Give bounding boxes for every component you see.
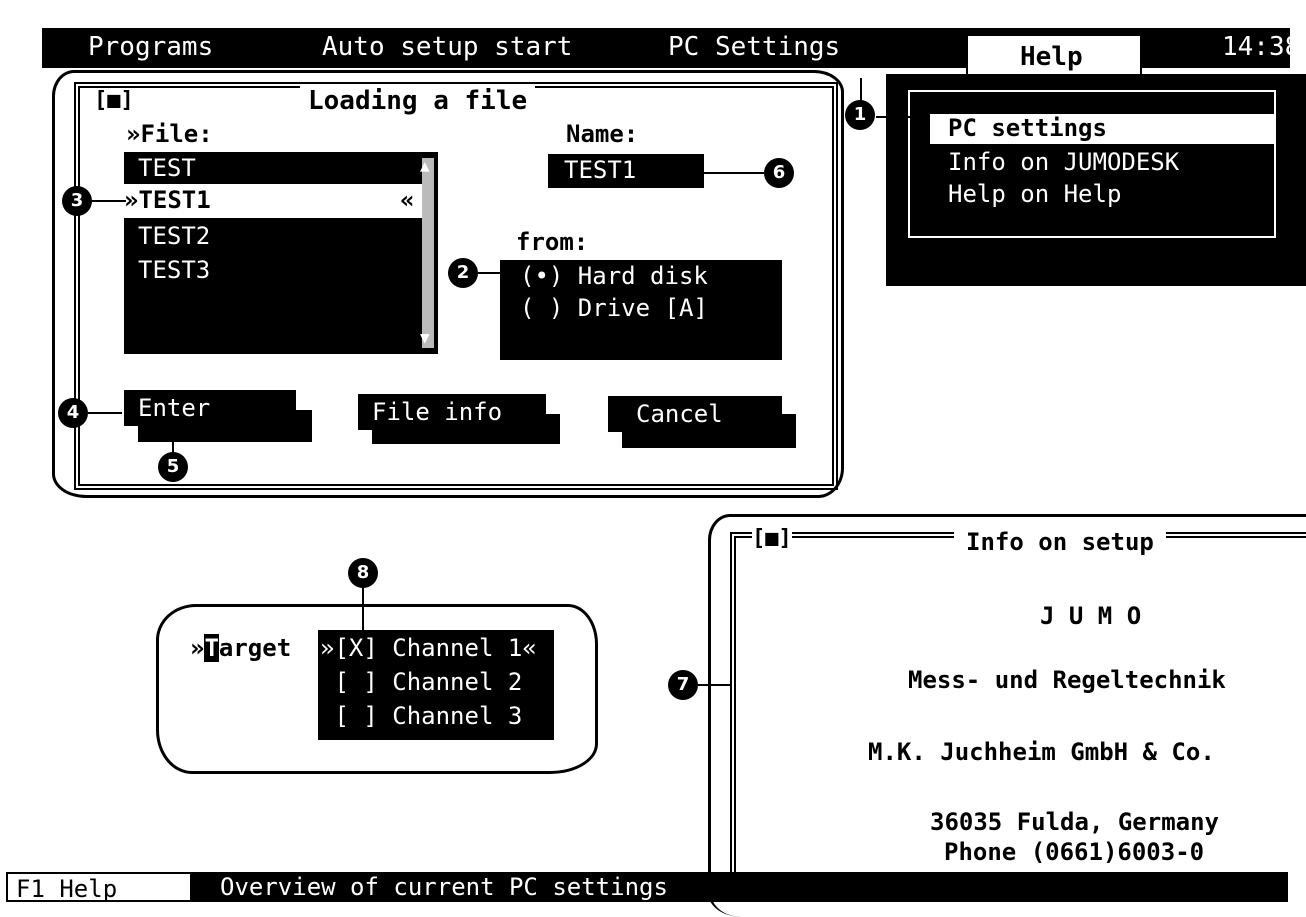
info-phone: Phone (0661)6003-0 xyxy=(944,838,1205,866)
file-label: »File: xyxy=(126,120,213,148)
info-address: 36035 Fulda, Germany xyxy=(930,808,1219,836)
file-scrollbar[interactable] xyxy=(422,158,434,348)
f1-help-label: F1 Help xyxy=(16,875,118,903)
target-label-cursor: T xyxy=(204,634,219,662)
dialog-title: Loading a file xyxy=(300,86,536,116)
help-item-pc-settings[interactable]: PC settings xyxy=(948,114,1107,142)
checkbox-channel-3[interactable]: [ ] Channel 3 xyxy=(320,702,522,730)
scroll-up-icon[interactable]: ▲ xyxy=(420,156,430,175)
help-dropdown-frame: PC settings Info on JUMODESK Help on Hel… xyxy=(908,90,1276,238)
checkbox-channel-1[interactable]: »[X] Channel 1« xyxy=(320,634,537,662)
menu-programs[interactable]: Programs xyxy=(88,32,213,62)
menu-help[interactable]: Help xyxy=(966,36,1142,76)
help-item-help-on-help[interactable]: Help on Help xyxy=(948,180,1121,208)
target-label-prefix: » xyxy=(190,634,205,662)
checkbox-channel-2[interactable]: [ ] Channel 2 xyxy=(320,668,522,696)
selected-marker: « xyxy=(400,186,415,214)
menu-help-label: Help xyxy=(1020,42,1083,72)
enter-button[interactable]: Enter xyxy=(124,390,296,426)
file-item-selected[interactable]: »TEST1 xyxy=(124,186,211,214)
callout-4-line xyxy=(88,412,122,414)
callout-1-line xyxy=(860,78,862,102)
info-brand: J U M O xyxy=(1040,602,1142,630)
file-list[interactable]: TEST »TEST1 « TEST2 TEST3 ▲ ▼ xyxy=(124,152,438,354)
target-label-rest: arget xyxy=(218,634,292,662)
callout-3: 3 xyxy=(62,186,92,216)
clock: 14:38 xyxy=(1222,32,1301,62)
dialog-close-button[interactable]: [■] xyxy=(92,88,136,113)
source-radio-group: (•) Hard disk ( ) Drive [A] xyxy=(500,260,782,360)
callout-6: 6 xyxy=(764,158,794,188)
status-text: Overview of current PC settings xyxy=(220,873,668,901)
radio-hard-disk[interactable]: (•) Hard disk xyxy=(520,262,708,290)
callout-8-line xyxy=(362,588,364,632)
cancel-button-label: Cancel xyxy=(636,400,723,428)
menu-pc-settings[interactable]: PC Settings xyxy=(668,32,840,62)
name-label: Name: xyxy=(566,120,639,148)
callout-4: 4 xyxy=(58,398,88,428)
scroll-down-icon[interactable]: ▼ xyxy=(420,328,430,347)
file-item[interactable]: TEST3 xyxy=(138,256,210,284)
file-item[interactable]: TEST xyxy=(138,154,196,182)
callout-6-line xyxy=(704,172,764,174)
callout-2-line xyxy=(478,272,520,274)
callout-8: 8 xyxy=(348,558,378,588)
name-input-value: TEST1 xyxy=(564,156,637,184)
f1-help-key[interactable]: F1 Help xyxy=(6,872,192,903)
enter-button-label: Enter xyxy=(138,394,211,422)
file-item[interactable]: TEST2 xyxy=(138,222,210,250)
info-company-name: M.K. Juchheim GmbH & Co. xyxy=(868,738,1215,766)
cancel-button[interactable]: Cancel xyxy=(608,396,782,432)
name-input[interactable]: TEST1 xyxy=(548,154,704,188)
from-label: from: xyxy=(516,228,589,256)
callout-7-line xyxy=(698,684,730,686)
target-label: »Target xyxy=(190,634,291,662)
file-info-button[interactable]: File info xyxy=(358,394,546,430)
help-item-info-jumodesk[interactable]: Info on JUMODESK xyxy=(948,148,1179,176)
callout-1: 1 xyxy=(845,100,875,130)
callout-5: 5 xyxy=(158,452,188,482)
callout-7: 7 xyxy=(668,670,698,700)
info-panel-title: Info on setup xyxy=(954,528,1166,556)
info-company-line: Mess- und Regeltechnik xyxy=(908,666,1226,694)
radio-drive-a[interactable]: ( ) Drive [A] xyxy=(520,294,708,322)
info-close-button[interactable]: [■] xyxy=(752,526,792,551)
callout-5-line xyxy=(172,424,174,452)
status-bar: F1 Help Overview of current PC settings xyxy=(6,872,1288,903)
callout-2: 2 xyxy=(448,258,478,288)
file-info-button-label: File info xyxy=(372,398,503,426)
callout-1-line-h xyxy=(876,116,910,118)
menu-auto-setup-start[interactable]: Auto setup start xyxy=(322,32,572,62)
channel-list: »[X] Channel 1« [ ] Channel 2 [ ] Channe… xyxy=(318,630,554,740)
callout-3-line xyxy=(92,200,126,202)
